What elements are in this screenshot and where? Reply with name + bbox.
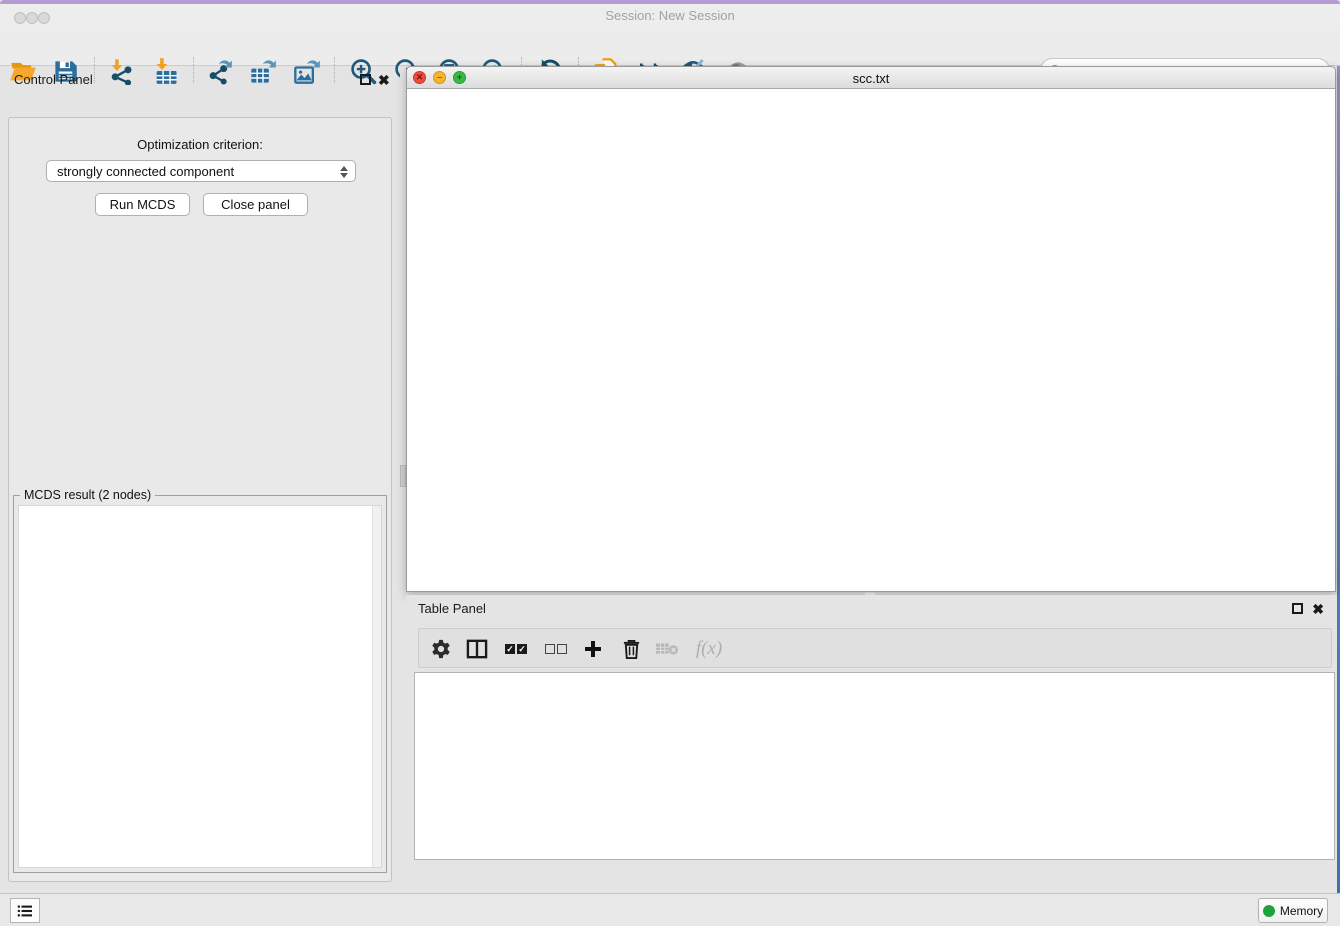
network-canvas[interactable] xyxy=(407,89,1335,591)
mcds-result-title: MCDS result (2 nodes) xyxy=(20,488,155,502)
memory-label: Memory xyxy=(1280,904,1323,918)
close-table-panel-icon[interactable]: ✖ xyxy=(1312,603,1324,615)
network-window-titlebar[interactable]: ✕ – + scc.txt xyxy=(407,67,1335,89)
network-graph[interactable] xyxy=(407,89,1335,591)
mcds-result-list[interactable] xyxy=(18,505,382,868)
float-panel-button[interactable] xyxy=(360,74,371,85)
criterion-value: strongly connected component xyxy=(57,164,234,179)
table-panel-title: Table Panel xyxy=(418,601,486,616)
task-history-button[interactable] xyxy=(10,898,40,923)
node-table[interactable] xyxy=(414,672,1335,860)
function-builder-icon[interactable]: f(x) xyxy=(687,633,731,665)
result-scrollbar[interactable] xyxy=(372,506,381,867)
select-all-icon[interactable]: ✓✓ xyxy=(499,633,533,665)
add-column-icon[interactable] xyxy=(577,633,609,665)
memory-status-icon xyxy=(1263,905,1275,917)
mcds-tab-content: Optimization criterion: strongly connect… xyxy=(8,117,392,882)
split-panel-icon[interactable] xyxy=(461,633,493,665)
memory-button[interactable]: Memory xyxy=(1258,898,1328,923)
trash-icon[interactable] xyxy=(615,633,647,665)
titlebar[interactable]: Session: New Session xyxy=(0,4,1340,26)
list-icon xyxy=(17,904,33,918)
deselect-all-icon[interactable] xyxy=(539,633,573,665)
run-mcds-button[interactable]: Run MCDS xyxy=(95,193,190,216)
fx-label: f(x) xyxy=(696,638,722,660)
close-panel-button[interactable]: Close panel xyxy=(203,193,308,216)
main-toolbar xyxy=(0,26,1340,66)
window-title: Session: New Session xyxy=(0,8,1340,23)
optimization-criterion-label: Optimization criterion: xyxy=(9,137,391,152)
criterion-dropdown[interactable]: strongly connected component xyxy=(46,160,356,182)
control-panel-title: Control Panel xyxy=(14,72,93,87)
status-bar: Memory xyxy=(0,893,1340,926)
float-table-panel-button[interactable] xyxy=(1292,603,1303,614)
gear-icon[interactable] xyxy=(425,633,457,665)
mcds-result-group: MCDS result (2 nodes) xyxy=(13,495,387,873)
network-window-title: scc.txt xyxy=(407,71,1335,86)
dropdown-stepper-icon xyxy=(338,164,349,180)
table-toolbar: ✓✓ f(x) xyxy=(418,628,1332,668)
network-view-window[interactable]: ✕ – + scc.txt xyxy=(406,66,1336,592)
close-panel-icon[interactable]: ✖ xyxy=(378,74,390,86)
control-panel-header: Control Panel ✖ xyxy=(0,66,400,94)
delete-table-icon[interactable] xyxy=(651,633,683,665)
table-panel: Table Panel ✖ ✓✓ f(x) xyxy=(406,595,1337,893)
